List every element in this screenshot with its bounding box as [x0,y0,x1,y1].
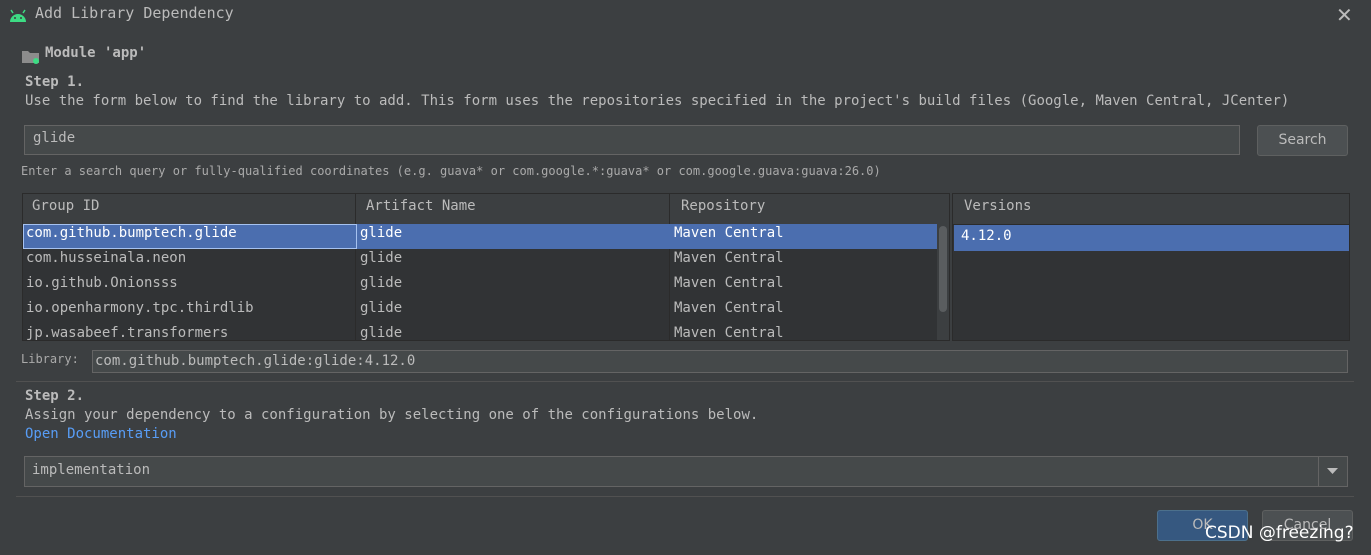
table-row[interactable]: com.github.bumptech.glide glide Maven Ce… [23,224,937,249]
versions-header: Versions [953,194,1349,225]
search-button-label: Search [1278,132,1327,148]
cell-group-id: jp.wasabeef.transformers [26,325,229,341]
cell-artifact: glide [360,325,403,341]
version-label: 4.12.0 [961,228,1012,244]
table-row[interactable]: io.github.Onionsss glide Maven Central [23,274,937,299]
module-label: Module 'app' [45,45,147,61]
cell-repository: Maven Central [674,250,784,266]
search-hint: Enter a search query or fully-qualified … [21,164,881,178]
search-button[interactable]: Search [1257,125,1348,156]
cell-group-id: io.openharmony.tpc.thirdlib [26,300,254,316]
android-icon [10,9,26,22]
cell-artifact: glide [360,300,403,316]
open-documentation-link[interactable]: Open Documentation [25,426,177,442]
configuration-value: implementation [32,462,151,478]
library-label: Library: [21,352,79,366]
cell-repository: Maven Central [674,325,784,341]
cell-artifact: glide [360,225,403,241]
versions-list[interactable]: Versions 4.12.0 [952,193,1350,341]
column-header-repository[interactable]: Repository [681,198,765,214]
table-row[interactable]: com.husseinala.neon glide Maven Central [23,249,937,274]
table-row[interactable]: io.openharmony.tpc.thirdlib glide Maven … [23,299,937,324]
library-field[interactable]: com.github.bumptech.glide:glide:4.12.0 [92,350,1348,373]
step2-description: Assign your dependency to a configuratio… [25,407,759,423]
folder-module-icon [22,51,39,64]
table-row[interactable]: jp.wasabeef.transformers glide Maven Cen… [23,324,937,341]
search-input[interactable]: glide [24,125,1240,155]
configuration-select[interactable]: implementation [24,456,1348,487]
close-icon[interactable]: ✕ [1336,3,1353,27]
column-header-artifact-name[interactable]: Artifact Name [366,198,476,214]
cell-repository: Maven Central [674,300,784,316]
step2-title: Step 2. [25,388,85,404]
results-table[interactable]: Group ID Artifact Name Repository com.gi… [22,193,950,341]
version-item[interactable]: 4.12.0 [954,225,1349,251]
chevron-down-icon[interactable] [1318,457,1347,486]
versions-header-label: Versions [964,198,1032,214]
cell-repository: Maven Central [674,225,784,241]
step1-description: Use the form below to find the library t… [25,93,1290,109]
results-scrollbar-thumb[interactable] [939,226,947,312]
cell-group-id: io.github.Onionsss [26,275,178,291]
cell-repository: Maven Central [674,275,784,291]
cell-artifact: glide [360,250,403,266]
cell-artifact: glide [360,275,403,291]
step1-title: Step 1. [25,74,85,90]
cell-group-id: com.husseinala.neon [26,250,187,266]
window-title: Add Library Dependency [35,4,234,22]
watermark: CSDN @freezing? [1205,523,1354,543]
divider [16,496,1354,497]
results-table-header: Group ID Artifact Name Repository [23,194,949,225]
column-header-group-id[interactable]: Group ID [32,198,99,214]
cell-group-id: com.github.bumptech.glide [26,225,237,241]
divider [16,381,1354,382]
